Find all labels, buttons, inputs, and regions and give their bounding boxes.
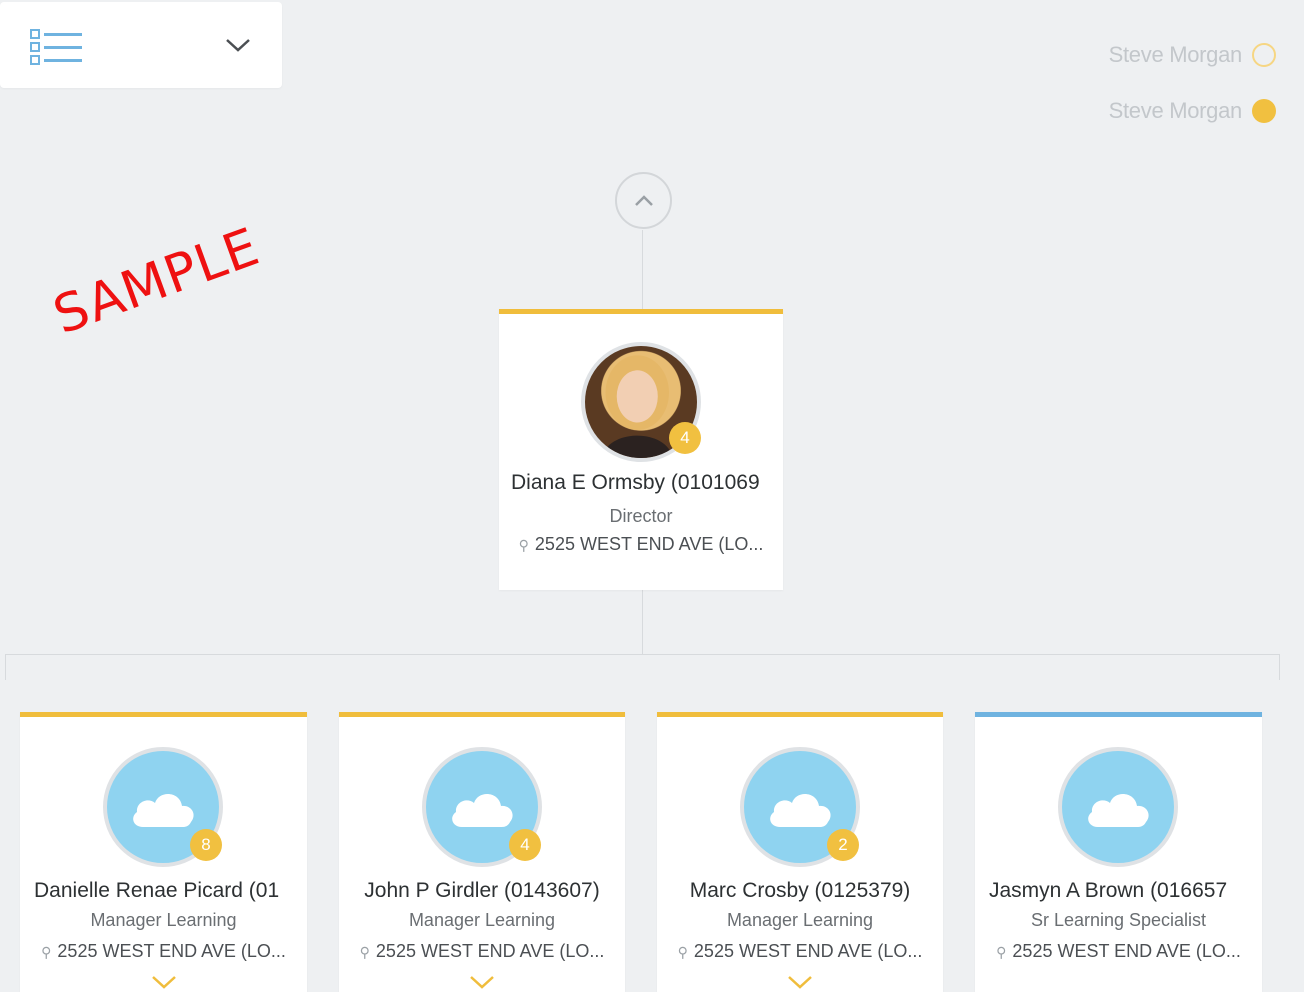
employee-title: Manager Learning — [408, 910, 556, 930]
filled-dot-icon — [1252, 99, 1276, 123]
employee-name[interactable]: Jasmyn A Brown (016657 — [975, 879, 1262, 903]
direct-reports-badge: 2 — [827, 829, 859, 861]
employee-location: ⚲ 2525 WEST END AVE (LO... — [975, 941, 1262, 962]
root-employee-card[interactable]: 4 Diana E Ormsby (0101069 Director ⚲ 2525… — [499, 309, 783, 590]
location-text: 2525 WEST END AVE (LO... — [57, 941, 286, 961]
expand-chevron-icon[interactable] — [150, 973, 178, 991]
employee-name[interactable]: Danielle Renae Picard (01 — [20, 879, 307, 903]
legend: Steve Morgan Steve Morgan — [1109, 38, 1276, 150]
chevron-down-icon[interactable] — [224, 36, 252, 54]
location-text: 2525 WEST END AVE (LO... — [375, 941, 605, 961]
connector-line — [1279, 654, 1280, 680]
location-pin-icon: ⚲ — [41, 944, 52, 960]
cloud-icon — [770, 793, 831, 827]
legend-item-filled: Steve Morgan — [1109, 94, 1276, 128]
employee-title: Manager Learning — [726, 910, 874, 930]
cloud-icon — [133, 793, 194, 827]
employee-card[interactable]: 4 John P Girdler (0143607) Manager Learn… — [339, 712, 625, 992]
employee-title: Director — [609, 506, 673, 526]
sample-watermark: SAMPLE — [46, 216, 268, 347]
employee-name[interactable]: Diana E Ormsby (0101069 — [499, 471, 783, 495]
outline-dot-icon — [1252, 43, 1276, 67]
employee-card[interactable]: 2 Marc Crosby (0125379) Manager Learning… — [657, 712, 943, 992]
view-switcher-dropdown[interactable] — [0, 2, 282, 88]
cloud-icon — [1088, 793, 1149, 827]
cloud-icon — [452, 793, 513, 827]
chevron-up-icon — [634, 194, 653, 206]
connector-line — [642, 230, 643, 310]
location-pin-icon: ⚲ — [359, 944, 370, 960]
connector-line — [642, 590, 643, 654]
location-pin-icon: ⚲ — [996, 944, 1007, 960]
location-pin-icon: ⚲ — [518, 537, 529, 553]
employee-title: Manager Learning — [90, 910, 237, 930]
expand-chevron-icon[interactable] — [786, 973, 814, 991]
employee-name[interactable]: John P Girdler (0143607) — [339, 879, 625, 903]
direct-reports-badge: 4 — [669, 422, 701, 454]
connector-line — [5, 654, 1279, 655]
location-text: 2525 WEST END AVE (LO... — [534, 534, 764, 554]
navigate-up-button[interactable] — [615, 172, 672, 229]
direct-reports-badge: 4 — [509, 829, 541, 861]
direct-reports-badge: 8 — [190, 829, 222, 861]
employee-location: ⚲ 2525 WEST END AVE (LO... — [339, 941, 625, 962]
employee-name[interactable]: Marc Crosby (0125379) — [657, 879, 943, 903]
location-text: 2525 WEST END AVE (LO... — [1012, 941, 1241, 961]
employee-location: ⚲ 2525 WEST END AVE (LO... — [499, 534, 783, 555]
employee-title: Sr Learning Specialist — [1030, 910, 1207, 930]
connector-line — [5, 654, 6, 680]
employee-card[interactable]: Jasmyn A Brown (016657 Sr Learning Speci… — [975, 712, 1262, 992]
location-text: 2525 WEST END AVE (LO... — [693, 941, 923, 961]
location-pin-icon: ⚲ — [677, 944, 688, 960]
employee-location: ⚲ 2525 WEST END AVE (LO... — [657, 941, 943, 962]
legend-label: Steve Morgan — [1108, 42, 1243, 67]
employee-card[interactable]: 8 Danielle Renae Picard (01 Manager Lear… — [20, 712, 307, 992]
legend-label: Steve Morgan — [1108, 98, 1243, 123]
avatar[interactable] — [1058, 747, 1178, 867]
expand-chevron-icon[interactable] — [468, 973, 496, 991]
employee-location: ⚲ 2525 WEST END AVE (LO... — [20, 941, 307, 962]
legend-item-outline: Steve Morgan — [1109, 38, 1276, 72]
list-view-icon — [30, 29, 82, 65]
